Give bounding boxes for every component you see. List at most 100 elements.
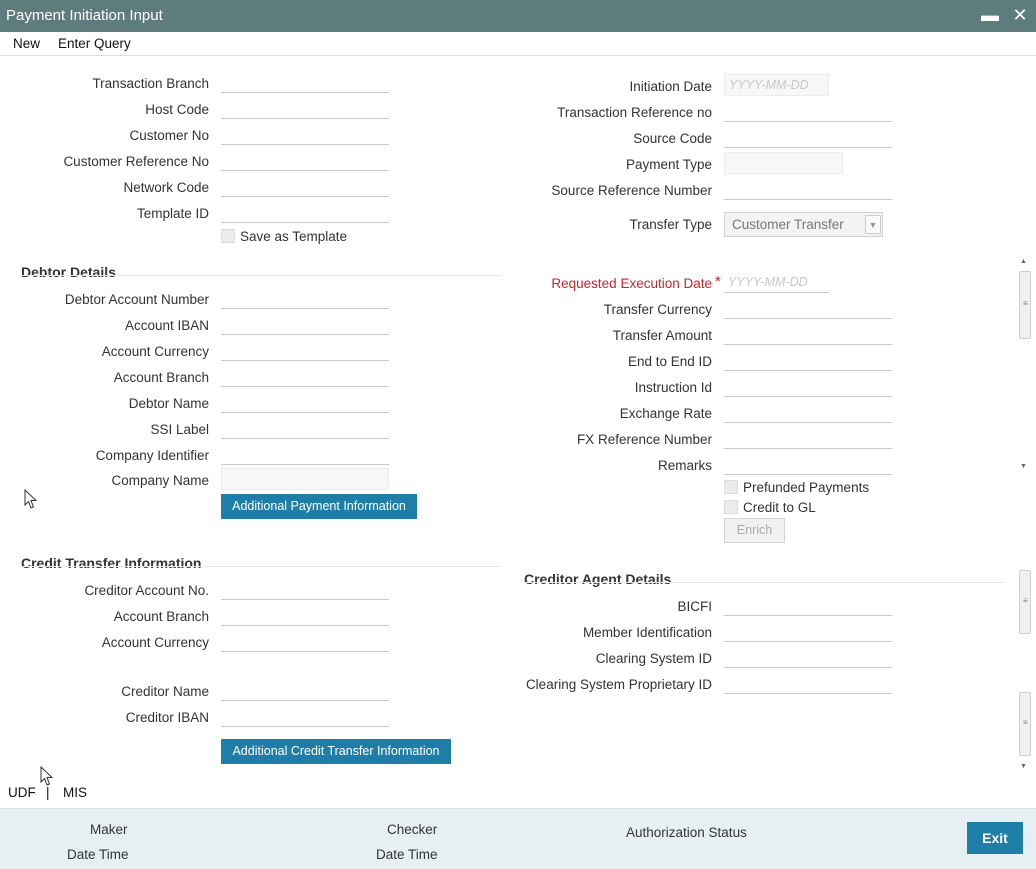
fx-reference-number-input[interactable] [724,427,892,449]
bicfi-label: BICFI [677,599,712,614]
requested-execution-date-label: Requested Execution Date [551,276,712,291]
credit-account-currency-input[interactable] [221,630,389,652]
company-identifier-input[interactable] [221,443,389,465]
enter-query-menu-item[interactable]: Enter Query [58,36,131,51]
credit-account-branch-input[interactable] [221,604,389,626]
chevron-down-icon[interactable]: ▼ [865,215,881,234]
customer-no-label: Customer No [129,128,209,143]
close-icon[interactable]: ✕ [1010,4,1030,26]
scrollbar-grip-icon: ≡ [1023,299,1028,308]
transfer-currency-label: Transfer Currency [603,302,712,317]
required-marker: * [715,273,721,290]
member-identification-input[interactable] [724,620,892,642]
creditor-name-label: Creditor Name [121,684,209,699]
debtor-name-input[interactable] [221,391,389,413]
initiation-date-input[interactable] [724,74,829,96]
menu-bar: New Enter Query [0,32,1036,56]
debtor-details-heading: Debtor Details [21,264,116,280]
creditor-account-no-label: Creditor Account No. [84,583,209,598]
transaction-branch-label: Transaction Branch [92,76,209,91]
creditor-name-input[interactable] [221,679,389,701]
transfer-currency-input[interactable] [724,297,892,319]
template-id-input[interactable] [221,201,389,223]
authorization-status-label: Authorization Status [626,825,747,840]
transaction-reference-no-label: Transaction Reference no [557,105,712,120]
additional-payment-information-button[interactable]: Additional Payment Information [221,494,417,519]
payment-type-input[interactable] [724,152,843,174]
additional-credit-transfer-information-button[interactable]: Additional Credit Transfer Information [221,739,451,764]
minimize-icon[interactable]: ▬ [980,4,1000,26]
bicfi-input[interactable] [724,594,892,616]
remarks-label: Remarks [657,458,712,473]
save-as-template-label: Save as Template [240,229,348,244]
upper-scrollbar[interactable]: ▲ ≡ ▼ [1018,256,1032,472]
tab-udf[interactable]: UDF [8,785,36,800]
upper-scrollbar-thumb[interactable]: ≡ [1019,271,1031,339]
creditor-iban-input[interactable] [221,705,389,727]
exchange-rate-input[interactable] [724,401,892,423]
maker-date-time-label: Date Time [67,847,129,862]
debtor-account-number-label: Debtor Account Number [64,292,209,307]
save-as-template-checkbox[interactable] [221,229,235,243]
transfer-type-select[interactable]: Customer Transfer ▼ [724,212,883,237]
middle-scrollbar[interactable]: ≡ [1018,570,1032,636]
mouse-pointer-icon [24,489,38,509]
initiation-date-label: Initiation Date [629,79,712,94]
prefunded-payments-label: Prefunded Payments [743,480,870,495]
credit-transfer-divider [21,566,500,567]
checker-label: Checker [387,822,438,837]
end-to-end-id-input[interactable] [724,349,892,371]
member-identification-label: Member Identification [582,625,712,640]
credit-to-gl-checkbox[interactable] [724,500,738,514]
transfer-type-label: Transfer Type [629,217,712,232]
network-code-label: Network Code [123,180,209,195]
main-scrollbar[interactable]: ≡ ▼ [1018,690,1032,772]
new-menu-item[interactable]: New [13,36,40,51]
credit-account-currency-label: Account Currency [101,635,209,650]
scrollbar-grip-icon: ≡ [1023,718,1028,727]
window-titlebar: Payment Initiation Input ▬ ✕ [0,0,1036,32]
source-code-input[interactable] [724,126,892,148]
scrollbar-grip-icon: ≡ [1023,596,1028,605]
transaction-reference-no-input[interactable] [724,100,892,122]
exchange-rate-label: Exchange Rate [619,406,712,421]
ssi-label-input[interactable] [221,417,389,439]
source-reference-number-input[interactable] [724,178,892,200]
clearing-system-proprietary-id-label: Clearing System Proprietary ID [525,677,712,692]
requested-execution-date-input[interactable] [724,271,829,293]
account-branch-input[interactable] [221,365,389,387]
host-code-label: Host Code [145,102,209,117]
debtor-account-number-input[interactable] [221,287,389,309]
transaction-branch-input[interactable] [221,71,389,93]
tab-separator: | [46,785,50,800]
account-iban-input[interactable] [221,313,389,335]
scroll-down-arrow-icon[interactable]: ▼ [1020,763,1027,770]
network-code-input[interactable] [221,175,389,197]
checker-date-time-label: Date Time [376,847,438,862]
clearing-system-id-label: Clearing System ID [595,651,712,666]
remarks-input[interactable] [724,453,892,475]
scroll-down-arrow-icon[interactable]: ▼ [1020,463,1027,470]
prefunded-payments-checkbox[interactable] [724,480,738,494]
credit-to-gl-label: Credit to GL [743,500,816,515]
credit-transfer-information-heading: Credit Transfer Information [21,555,202,571]
middle-scrollbar-thumb[interactable]: ≡ [1019,570,1031,634]
company-name-input[interactable] [221,468,389,490]
customer-reference-no-input[interactable] [221,149,389,171]
clearing-system-proprietary-id-input[interactable] [724,672,892,694]
clearing-system-id-input[interactable] [724,646,892,668]
account-currency-input[interactable] [221,339,389,361]
instruction-id-input[interactable] [724,375,892,397]
host-code-input[interactable] [221,97,389,119]
transfer-amount-input[interactable] [724,323,892,345]
tab-mis[interactable]: MIS [63,785,87,800]
scroll-up-arrow-icon[interactable]: ▲ [1020,258,1027,265]
customer-no-input[interactable] [221,123,389,145]
source-code-label: Source Code [633,131,712,146]
creditor-account-no-input[interactable] [221,578,389,600]
creditor-agent-details-heading: Creditor Agent Details [524,571,672,587]
creditor-agent-divider [524,582,1004,583]
exit-button[interactable]: Exit [967,822,1023,854]
enrich-button[interactable]: Enrich [724,518,785,543]
main-scrollbar-thumb[interactable]: ≡ [1019,692,1031,756]
